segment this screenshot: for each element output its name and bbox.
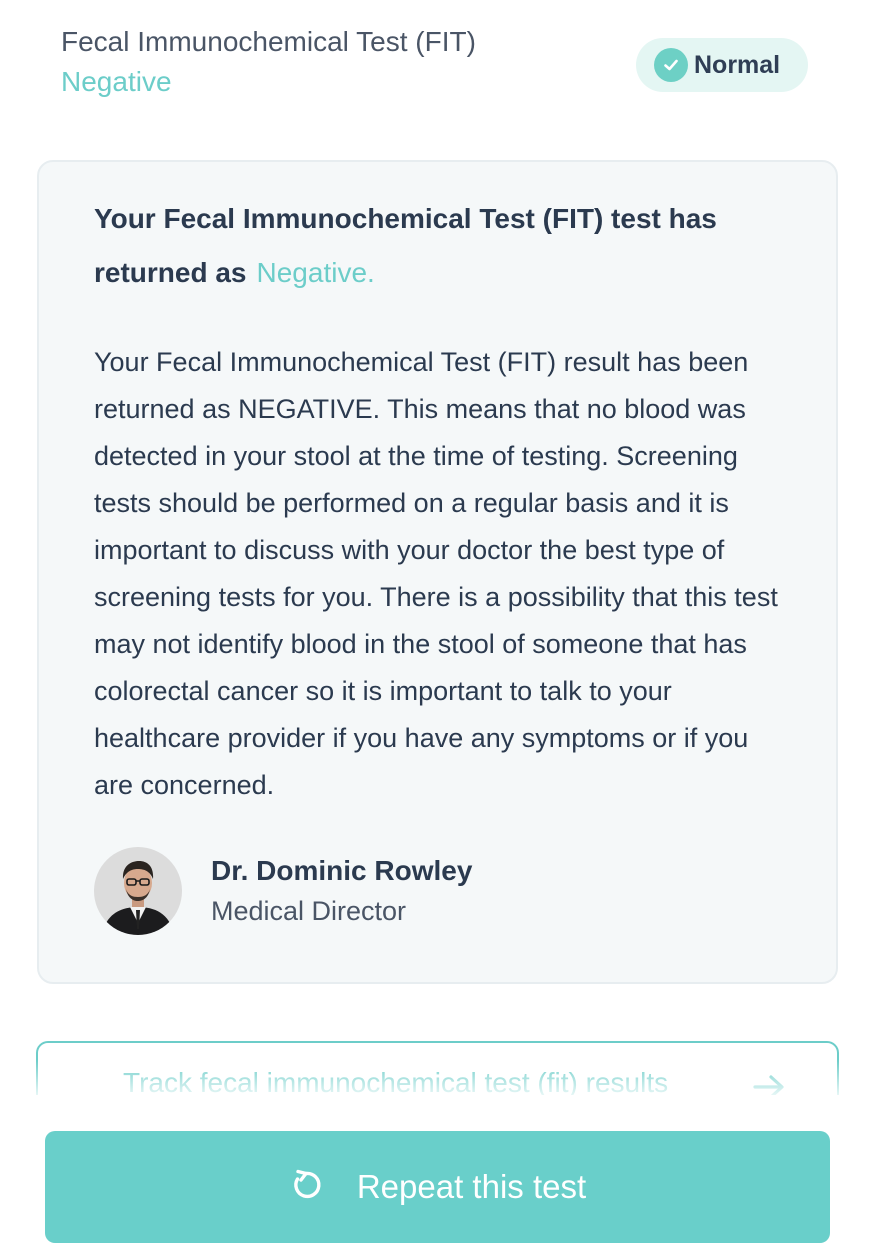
doctor-avatar — [94, 847, 182, 935]
result-summary-title: Your Fecal Immunochemical Test (FIT) tes… — [94, 192, 774, 300]
result-explanation: Your Fecal Immunochemical Test (FIT) res… — [94, 347, 778, 800]
result-header: Fecal Immunochemical Test (FIT) Negative — [61, 22, 476, 102]
repeat-test-button[interactable]: Repeat this test — [45, 1131, 830, 1243]
repeat-test-label: Repeat this test — [356, 1168, 587, 1205]
result-summary-title-result: Negative. — [256, 257, 375, 288]
doctor-name: Dr. Dominic Rowley — [211, 855, 473, 886]
result-summary-title-text: Your Fecal Immunochemical Test (FIT) tes… — [94, 203, 717, 288]
refresh-icon — [289, 1168, 323, 1207]
test-result-value: Negative — [61, 66, 172, 97]
check-circle-icon — [654, 48, 688, 82]
result-summary-card: Your Fecal Immunochemical Test (FIT) tes… — [37, 160, 838, 984]
doctor-role: Medical Director — [211, 896, 407, 926]
test-name: Fecal Immunochemical Test (FIT) — [61, 26, 476, 57]
doctor-info: Dr. Dominic Rowley Medical Director — [211, 851, 472, 931]
doctor-signature: Dr. Dominic Rowley Medical Director — [94, 847, 472, 935]
test-result-page: Fecal Immunochemical Test (FIT) Negative… — [0, 0, 875, 1250]
status-badge: Normal — [636, 38, 808, 92]
status-badge-label: Normal — [694, 50, 781, 79]
